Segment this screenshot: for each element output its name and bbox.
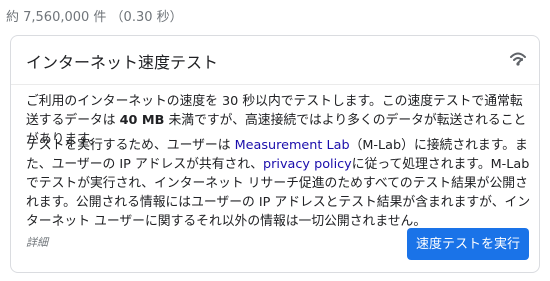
result-stats: 約 7,560,000 件 （0.30 秒） bbox=[6, 10, 183, 25]
measurement-lab-link[interactable]: Measurement Lab bbox=[235, 138, 350, 153]
speed-test-card: インターネット速度テスト ご利用のインターネットの速度を 30 秒以内でテストし… bbox=[10, 35, 540, 273]
privacy-paragraph: テストを実行するため、ユーザーは Measurement Lab（M-Lab）に… bbox=[26, 136, 531, 231]
card-title: インターネット速度テスト bbox=[26, 53, 219, 72]
wifi-signal-icon bbox=[510, 52, 526, 66]
privacy-policy-link[interactable]: privacy policy bbox=[263, 157, 352, 172]
run-speed-test-button[interactable]: 速度テストを実行 bbox=[406, 228, 529, 260]
data-size: 40 MB bbox=[119, 113, 165, 128]
details-link[interactable]: 詳細 bbox=[26, 234, 48, 250]
card-header: インターネット速度テスト bbox=[11, 36, 539, 85]
para2-text-1: テストを実行するため、ユーザーは bbox=[26, 138, 235, 153]
